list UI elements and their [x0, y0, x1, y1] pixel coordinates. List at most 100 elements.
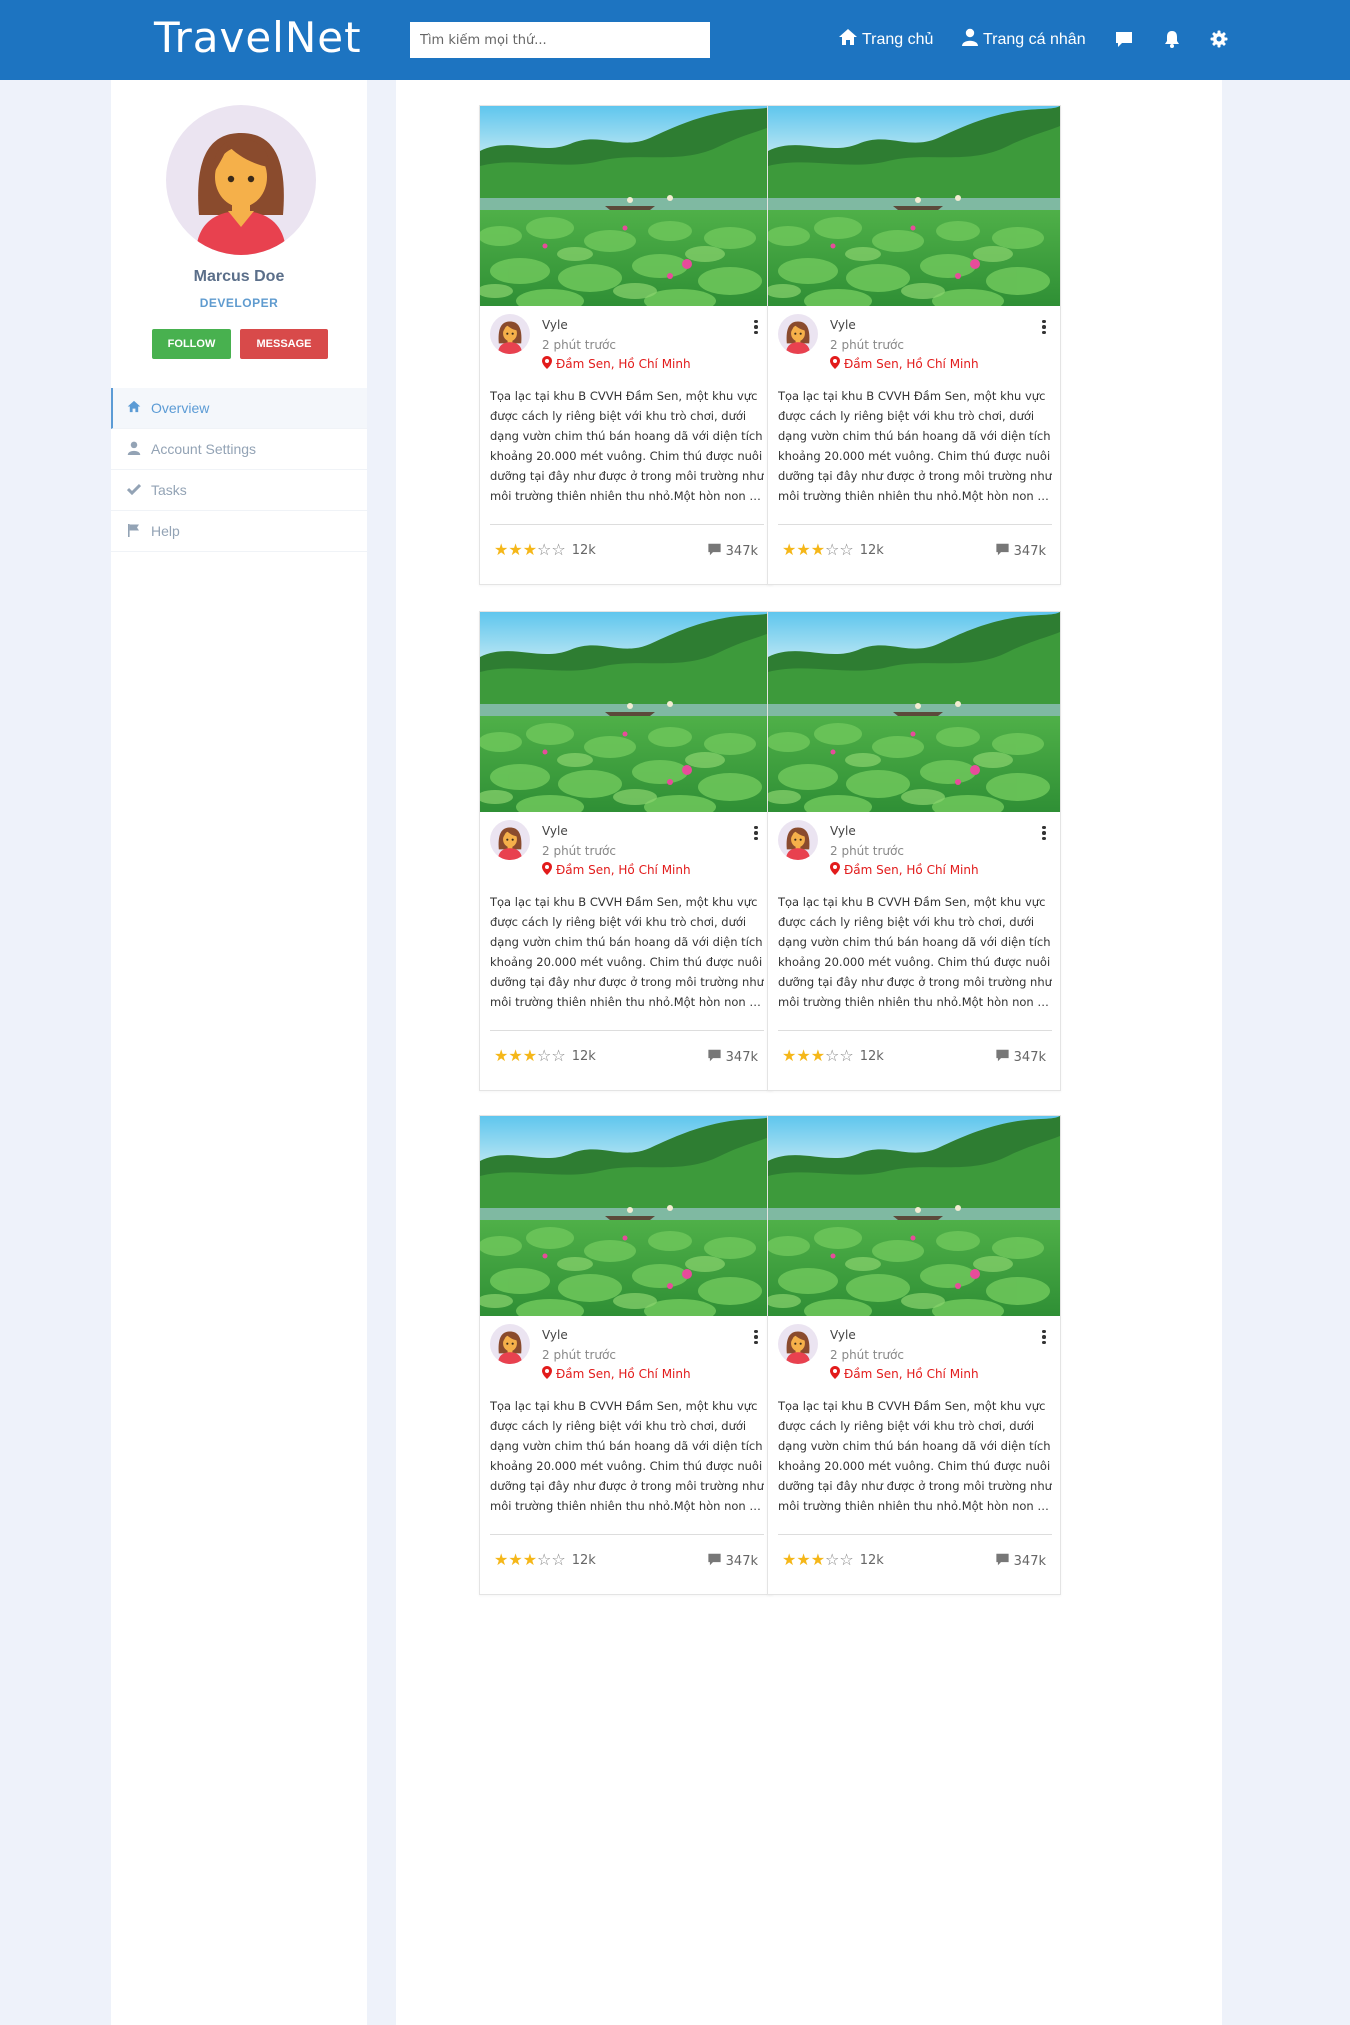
- post-card[interactable]: Vyle 2 phút trước Đầm Sen, Hồ Chí Minh T…: [479, 105, 773, 585]
- more-options-icon[interactable]: [750, 316, 762, 338]
- brand-logo[interactable]: TravelNet: [154, 13, 362, 62]
- sidebar-item-overview[interactable]: Overview: [111, 388, 367, 429]
- post-photo[interactable]: [480, 612, 772, 812]
- star-filled-icon[interactable]: ★: [796, 542, 810, 558]
- star-empty-icon[interactable]: ☆: [551, 1552, 565, 1568]
- post-author-name[interactable]: Vyle: [542, 318, 568, 332]
- post-location-label: Đầm Sen, Hồ Chí Minh: [556, 357, 691, 371]
- star-filled-icon[interactable]: ★: [811, 1552, 825, 1568]
- comment-icon: [995, 1553, 1010, 1570]
- comment-button[interactable]: 347k: [707, 543, 758, 560]
- post-photo[interactable]: [768, 106, 1060, 306]
- post-author-name[interactable]: Vyle: [830, 824, 856, 838]
- post-photo[interactable]: [480, 1116, 772, 1316]
- comment-button[interactable]: 347k: [707, 1049, 758, 1066]
- post-location[interactable]: Đầm Sen, Hồ Chí Minh: [830, 356, 979, 372]
- sidebar-item-account-settings[interactable]: Account Settings: [111, 429, 367, 470]
- star-empty-icon[interactable]: ☆: [825, 1552, 839, 1568]
- star-filled-icon[interactable]: ★: [523, 1552, 537, 1568]
- post-time: 2 phút trước: [542, 844, 616, 858]
- star-empty-icon[interactable]: ☆: [825, 1048, 839, 1064]
- rating-stars[interactable]: ★ ★ ★ ☆ ☆ 12k: [782, 542, 884, 558]
- star-empty-icon[interactable]: ☆: [551, 542, 565, 558]
- more-options-icon[interactable]: [1038, 822, 1050, 844]
- like-count: 12k: [859, 542, 884, 558]
- comment-button[interactable]: 347k: [707, 1553, 758, 1570]
- comment-button[interactable]: 347k: [995, 1049, 1046, 1066]
- star-filled-icon[interactable]: ★: [508, 1552, 522, 1568]
- star-filled-icon[interactable]: ★: [782, 1048, 796, 1064]
- star-filled-icon[interactable]: ★: [782, 1552, 796, 1568]
- more-options-icon[interactable]: [1038, 316, 1050, 338]
- star-empty-icon[interactable]: ☆: [537, 1552, 551, 1568]
- search-input[interactable]: [410, 22, 710, 58]
- star-empty-icon[interactable]: ☆: [551, 1048, 565, 1064]
- nav-profile-link[interactable]: Trang cá nhân: [961, 28, 1086, 51]
- star-filled-icon[interactable]: ★: [523, 1048, 537, 1064]
- post-location[interactable]: Đầm Sen, Hồ Chí Minh: [830, 862, 979, 878]
- post-photo[interactable]: [768, 1116, 1060, 1316]
- star-empty-icon[interactable]: ☆: [537, 542, 551, 558]
- star-filled-icon[interactable]: ★: [796, 1048, 810, 1064]
- star-empty-icon[interactable]: ☆: [825, 542, 839, 558]
- message-button[interactable]: MESSAGE: [240, 329, 328, 359]
- star-filled-icon[interactable]: ★: [523, 542, 537, 558]
- comment-button[interactable]: 347k: [995, 1553, 1046, 1570]
- star-filled-icon[interactable]: ★: [508, 542, 522, 558]
- post-location[interactable]: Đầm Sen, Hồ Chí Minh: [542, 356, 691, 372]
- follow-button[interactable]: FOLLOW: [152, 329, 231, 359]
- gear-icon[interactable]: [1208, 28, 1230, 50]
- post-photo[interactable]: [768, 612, 1060, 812]
- sidebar-item-help[interactable]: Help: [111, 511, 367, 552]
- map-pin-icon: [830, 1366, 840, 1382]
- post-author-name[interactable]: Vyle: [830, 318, 856, 332]
- more-options-icon[interactable]: [750, 822, 762, 844]
- post-author-avatar[interactable]: [778, 820, 818, 860]
- star-filled-icon[interactable]: ★: [811, 1048, 825, 1064]
- star-filled-icon[interactable]: ★: [508, 1048, 522, 1064]
- post-author-avatar[interactable]: [778, 314, 818, 354]
- post-author-name[interactable]: Vyle: [542, 1328, 568, 1342]
- star-filled-icon[interactable]: ★: [782, 542, 796, 558]
- post-author-name[interactable]: Vyle: [830, 1328, 856, 1342]
- post-photo[interactable]: [480, 106, 772, 306]
- star-filled-icon[interactable]: ★: [494, 1048, 508, 1064]
- like-count: 12k: [571, 1048, 596, 1064]
- rating-stars[interactable]: ★ ★ ★ ☆ ☆ 12k: [782, 1048, 884, 1064]
- star-filled-icon[interactable]: ★: [796, 1552, 810, 1568]
- bell-icon[interactable]: [1161, 28, 1183, 50]
- post-card[interactable]: Vyle 2 phút trước Đầm Sen, Hồ Chí Minh T…: [767, 105, 1061, 585]
- post-time: 2 phút trước: [542, 1348, 616, 1362]
- post-location[interactable]: Đầm Sen, Hồ Chí Minh: [830, 1366, 979, 1382]
- star-empty-icon[interactable]: ☆: [537, 1048, 551, 1064]
- sidebar-item-tasks[interactable]: Tasks: [111, 470, 367, 511]
- star-filled-icon[interactable]: ★: [494, 1552, 508, 1568]
- post-location[interactable]: Đầm Sen, Hồ Chí Minh: [542, 1366, 691, 1382]
- rating-stars[interactable]: ★ ★ ★ ☆ ☆ 12k: [494, 542, 596, 558]
- star-filled-icon[interactable]: ★: [494, 542, 508, 558]
- star-empty-icon[interactable]: ☆: [839, 1048, 853, 1064]
- post-location[interactable]: Đầm Sen, Hồ Chí Minh: [542, 862, 691, 878]
- rating-stars[interactable]: ★ ★ ★ ☆ ☆ 12k: [782, 1552, 884, 1568]
- star-empty-icon[interactable]: ☆: [839, 1552, 853, 1568]
- post-card[interactable]: Vyle 2 phút trước Đầm Sen, Hồ Chí Minh T…: [479, 1115, 773, 1595]
- post-card[interactable]: Vyle 2 phút trước Đầm Sen, Hồ Chí Minh T…: [767, 611, 1061, 1091]
- post-card[interactable]: Vyle 2 phút trước Đầm Sen, Hồ Chí Minh T…: [767, 1115, 1061, 1595]
- chat-icon[interactable]: [1113, 28, 1135, 50]
- comment-button[interactable]: 347k: [995, 543, 1046, 560]
- post-author-avatar[interactable]: [490, 314, 530, 354]
- post-author-avatar[interactable]: [490, 1324, 530, 1364]
- star-empty-icon[interactable]: ☆: [839, 542, 853, 558]
- more-options-icon[interactable]: [750, 1326, 762, 1348]
- post-author-avatar[interactable]: [778, 1324, 818, 1364]
- post-author-avatar[interactable]: [490, 820, 530, 860]
- flag-icon: [127, 523, 141, 540]
- post-time: 2 phút trước: [830, 1348, 904, 1362]
- post-card[interactable]: Vyle 2 phút trước Đầm Sen, Hồ Chí Minh T…: [479, 611, 773, 1091]
- post-author-name[interactable]: Vyle: [542, 824, 568, 838]
- rating-stars[interactable]: ★ ★ ★ ☆ ☆ 12k: [494, 1048, 596, 1064]
- more-options-icon[interactable]: [1038, 1326, 1050, 1348]
- nav-home-link[interactable]: Trang chủ: [838, 28, 933, 51]
- rating-stars[interactable]: ★ ★ ★ ☆ ☆ 12k: [494, 1552, 596, 1568]
- star-filled-icon[interactable]: ★: [811, 542, 825, 558]
